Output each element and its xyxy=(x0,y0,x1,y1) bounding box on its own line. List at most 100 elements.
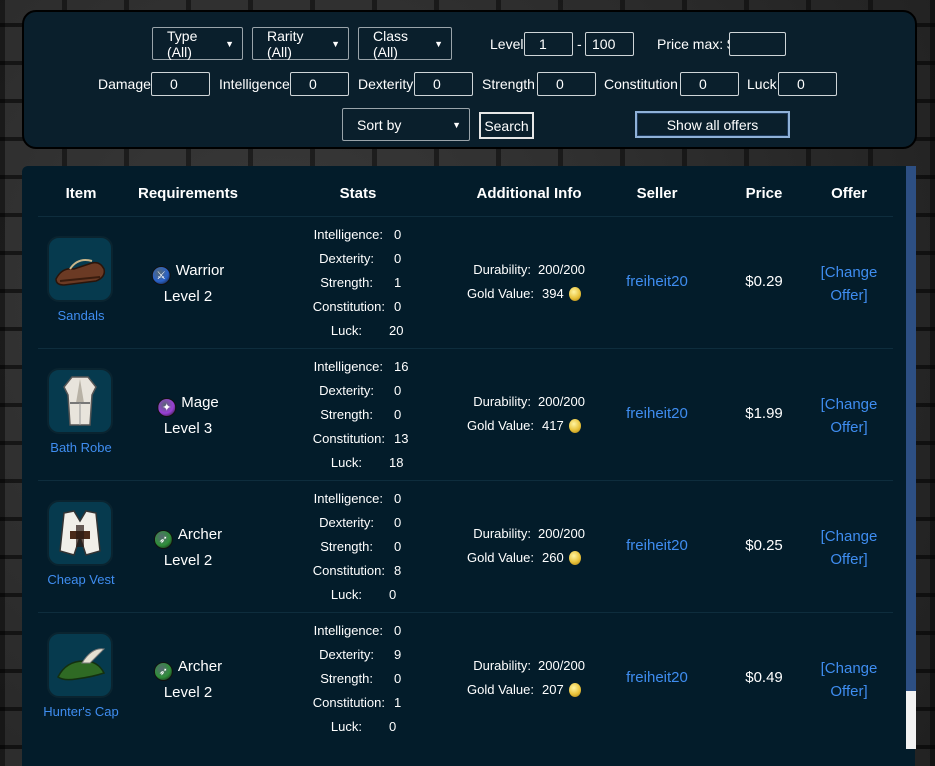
level-separator: - xyxy=(577,36,582,52)
header-price: Price xyxy=(745,185,783,202)
gold-value: 394 xyxy=(542,286,564,301)
chevron-down-icon: ▼ xyxy=(434,38,443,49)
class-select-label: Class (All) xyxy=(373,27,409,60)
gold-value-cell: 417 xyxy=(542,418,581,433)
change-offer-line1: [Change xyxy=(820,396,878,413)
stat-value-strength: 0 xyxy=(394,539,402,554)
archer-class-icon: ➶ xyxy=(153,530,173,549)
show-all-offers-button[interactable]: Show all offers xyxy=(635,111,790,138)
stat-label-constitution: Constitution: xyxy=(312,563,385,578)
gold-coin-icon xyxy=(568,287,581,301)
gold-value-label: Gold Value: xyxy=(467,550,534,565)
seller-link[interactable]: freiheit20 xyxy=(626,405,688,422)
intelligence-input[interactable]: 0 xyxy=(290,72,349,96)
stat-label-dexterity: Dexterity: xyxy=(319,383,374,398)
change-offer-link[interactable]: [Change Offer] xyxy=(821,261,878,307)
item-name-link[interactable]: Sandals xyxy=(58,308,105,323)
cheap-vest-icon[interactable] xyxy=(47,500,113,566)
level-requirement: Level 2 xyxy=(163,288,213,305)
price-value: $0.25 xyxy=(745,537,783,554)
gold-value-cell: 394 xyxy=(542,286,581,301)
level-min-input[interactable]: 1 xyxy=(524,32,573,56)
header-seller: Seller xyxy=(636,185,678,202)
change-offer-link[interactable]: [Change Offer] xyxy=(821,657,878,703)
gold-value-label: Gold Value: xyxy=(467,286,534,301)
header-additional-info: Additional Info xyxy=(476,185,582,202)
sort-select[interactable]: Sort by ▼ xyxy=(342,108,470,141)
chevron-down-icon: ▼ xyxy=(331,38,340,49)
rarity-select-label: Rarity (All) xyxy=(267,27,304,60)
type-select[interactable]: Type (All) ▼ xyxy=(152,27,243,60)
item-name-link[interactable]: Bath Robe xyxy=(50,440,111,455)
change-offer-link[interactable]: [Change Offer] xyxy=(821,393,878,439)
seller-link[interactable]: freiheit20 xyxy=(626,537,688,554)
stat-value-constitution: 0 xyxy=(394,299,402,314)
stat-value-constitution: 1 xyxy=(394,695,402,710)
requirements-cell: ➶ Archer Level 2 xyxy=(153,523,223,572)
row-divider xyxy=(38,480,893,481)
stat-value-dexterity: 0 xyxy=(394,383,402,398)
stat-value-luck: 18 xyxy=(389,455,404,470)
stat-value-intelligence: 0 xyxy=(394,623,402,638)
stat-label-dexterity: Dexterity: xyxy=(319,515,374,530)
gold-value-cell: 260 xyxy=(542,550,581,565)
change-offer-link[interactable]: [Change Offer] xyxy=(821,525,878,571)
stat-label-intelligence: Intelligence: xyxy=(313,227,383,242)
sandals-icon[interactable] xyxy=(47,236,113,302)
change-offer-line1: [Change xyxy=(820,660,878,677)
gold-value: 417 xyxy=(542,418,564,433)
luck-input[interactable]: 0 xyxy=(778,72,837,96)
price-value: $0.49 xyxy=(745,669,783,686)
price-max-input[interactable] xyxy=(729,32,786,56)
stat-value-dexterity: 0 xyxy=(394,515,402,530)
class-select[interactable]: Class (All) ▼ xyxy=(358,27,452,60)
scrollbar-thumb[interactable] xyxy=(906,166,916,691)
stat-value-intelligence: 16 xyxy=(394,359,409,374)
class-name: Archer xyxy=(177,526,223,543)
vertical-scrollbar[interactable] xyxy=(906,166,916,749)
requirements-cell: ➶ Archer Level 2 xyxy=(153,655,223,704)
damage-input[interactable]: 0 xyxy=(151,72,210,96)
stat-label-constitution: Constitution: xyxy=(312,299,385,314)
gold-value: 260 xyxy=(542,550,564,565)
seller-link[interactable]: freiheit20 xyxy=(626,273,688,290)
level-requirement: Level 2 xyxy=(163,552,213,569)
damage-label: Damage xyxy=(98,76,151,92)
stat-label-intelligence: Intelligence: xyxy=(313,623,383,638)
durability-value: 200/200 xyxy=(538,658,585,673)
search-button[interactable]: Search xyxy=(479,112,534,139)
stat-label-dexterity: Dexterity: xyxy=(319,251,374,266)
item-name-link[interactable]: Hunter's Cap xyxy=(43,704,118,719)
hunters-cap-icon[interactable] xyxy=(47,632,113,698)
strength-label: Strength xyxy=(482,76,535,92)
seller-link[interactable]: freiheit20 xyxy=(626,669,688,686)
class-name: Archer xyxy=(177,658,223,675)
header-stats: Stats xyxy=(339,185,377,202)
bath-robe-icon[interactable] xyxy=(47,368,113,434)
durability-label: Durability: xyxy=(473,262,531,277)
level-max-input[interactable]: 100 xyxy=(585,32,634,56)
stat-label-intelligence: Intelligence: xyxy=(313,491,383,506)
change-offer-line2: Offer] xyxy=(830,551,868,568)
mage-class-icon: ✦ xyxy=(157,398,177,417)
durability-value: 200/200 xyxy=(538,394,585,409)
stat-value-intelligence: 0 xyxy=(394,227,402,242)
price-value: $1.99 xyxy=(745,405,783,422)
stat-label-luck: Luck: xyxy=(330,455,362,470)
stat-value-constitution: 13 xyxy=(394,431,409,446)
gold-coin-icon xyxy=(568,551,581,565)
stat-label-strength: Strength: xyxy=(320,671,373,686)
constitution-input[interactable]: 0 xyxy=(680,72,739,96)
header-offer: Offer xyxy=(831,185,867,202)
stat-label-dexterity: Dexterity: xyxy=(319,647,374,662)
row-divider xyxy=(38,216,893,217)
stat-value-constitution: 8 xyxy=(394,563,402,578)
durability-value: 200/200 xyxy=(538,526,585,541)
dexterity-input[interactable]: 0 xyxy=(414,72,473,96)
stat-label-constitution: Constitution: xyxy=(312,695,385,710)
change-offer-line2: Offer] xyxy=(830,419,868,436)
rarity-select[interactable]: Rarity (All) ▼ xyxy=(252,27,349,60)
item-name-link[interactable]: Cheap Vest xyxy=(47,572,114,587)
strength-input[interactable]: 0 xyxy=(537,72,596,96)
row-divider xyxy=(38,348,893,349)
